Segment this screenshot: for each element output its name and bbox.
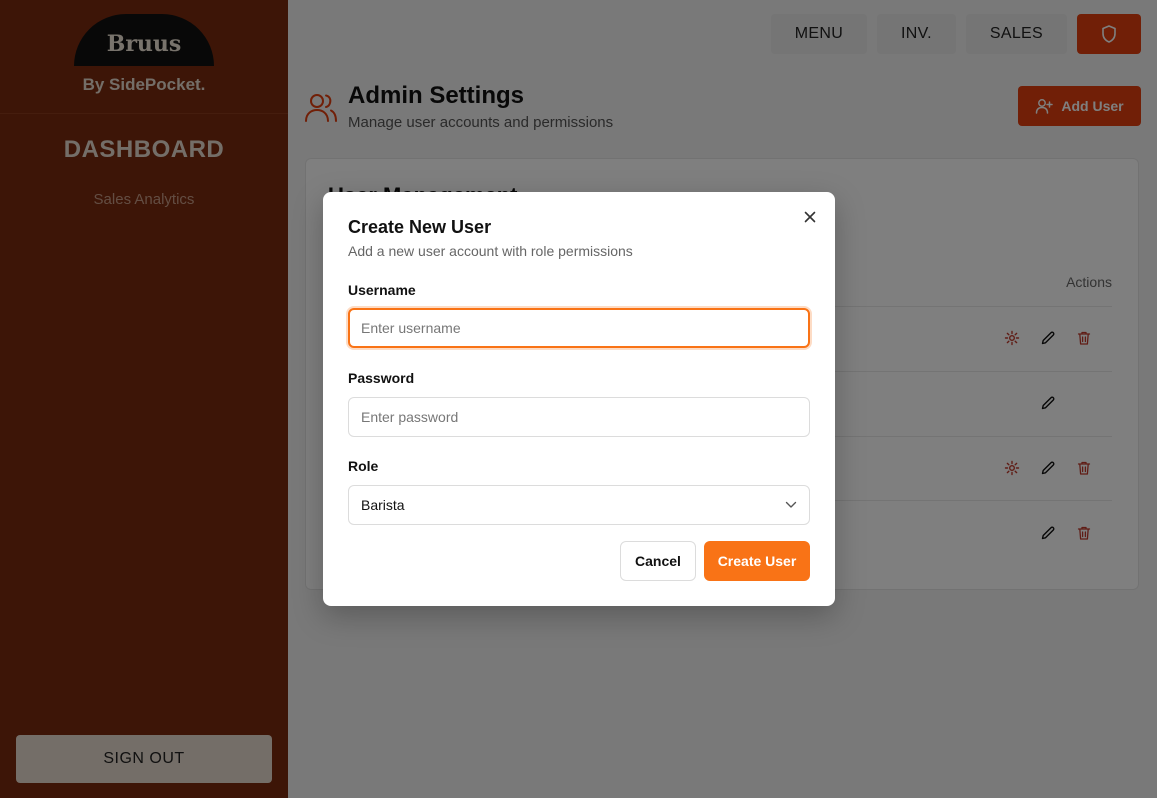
create-user-dialog: Create New User Add a new user account w… <box>323 192 835 606</box>
dialog-description: Add a new user account with role permiss… <box>348 243 633 259</box>
role-selected-value: Barista <box>361 497 405 513</box>
create-user-button[interactable]: Create User <box>704 541 810 581</box>
role-label: Role <box>348 458 379 474</box>
password-label: Password <box>348 370 415 386</box>
username-label: Username <box>348 282 416 298</box>
close-icon[interactable] <box>803 210 817 224</box>
username-input[interactable] <box>348 308 810 348</box>
role-select[interactable]: Barista <box>348 485 810 525</box>
chevron-down-icon <box>785 501 797 508</box>
dialog-title: Create New User <box>348 217 492 237</box>
password-input[interactable] <box>348 397 810 437</box>
cancel-button[interactable]: Cancel <box>620 541 696 581</box>
